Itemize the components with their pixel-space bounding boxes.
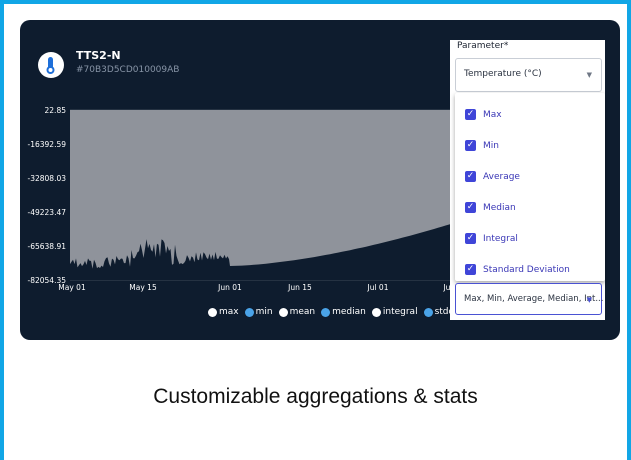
option-median[interactable]: ✓ Median bbox=[455, 192, 605, 223]
legend-label: max bbox=[219, 307, 239, 317]
checkbox-icon[interactable]: ✓ bbox=[465, 233, 476, 244]
option-label: Median bbox=[483, 202, 516, 213]
legend-dot bbox=[371, 307, 381, 317]
legend-dot bbox=[278, 307, 288, 317]
legend-dot bbox=[423, 307, 433, 317]
legend-label: median bbox=[332, 307, 366, 317]
option-min[interactable]: ✓ Min bbox=[455, 130, 605, 161]
parameter-label: Parameter* bbox=[457, 41, 509, 51]
y-axis-ticks: 22.85 -16392.59 -32808.03 -49223.47 -65638.9… bbox=[28, 106, 67, 285]
checkbox-icon[interactable]: ✓ bbox=[465, 109, 476, 120]
chevron-down-icon: ▼ bbox=[586, 71, 592, 79]
chevron-down-icon: ▼ bbox=[586, 296, 592, 304]
parameter-select[interactable]: Temperature (°C) ▼ bbox=[455, 58, 602, 92]
legend-item-median[interactable]: median bbox=[321, 307, 366, 317]
y-tick-label: -32808.03 bbox=[28, 174, 67, 183]
legend-item-mean[interactable]: mean bbox=[278, 307, 316, 317]
x-axis-ticks: May 01 May 15 Jun 01 Jun 15 Jul 01 Jul bbox=[58, 283, 452, 292]
x-tick-label: Jun 01 bbox=[217, 283, 242, 292]
y-tick-label: 22.85 bbox=[45, 106, 67, 115]
aggregation-dropdown: ✓ Max ✓ Min ✓ Average ✓ Median ✓ Integral ✓ Standar… bbox=[455, 93, 605, 281]
legend-item-integral[interactable]: integral bbox=[371, 307, 418, 317]
x-tick-label: May 15 bbox=[129, 283, 157, 292]
legend-item-min[interactable]: min bbox=[244, 307, 273, 317]
parameter-select-value: Temperature (°C) bbox=[464, 69, 542, 79]
option-label: Integral bbox=[483, 233, 518, 244]
y-tick-label: -65638.91 bbox=[28, 242, 67, 251]
x-tick-label: Jul 01 bbox=[367, 283, 389, 292]
option-label: Standard Deviation bbox=[483, 264, 570, 275]
option-label: Max bbox=[483, 109, 502, 120]
option-average[interactable]: ✓ Average bbox=[455, 161, 605, 192]
checkbox-icon[interactable]: ✓ bbox=[465, 140, 476, 151]
checkbox-icon[interactable]: ✓ bbox=[465, 202, 476, 213]
option-standard-deviation[interactable]: ✓ Standard Deviation bbox=[455, 254, 605, 285]
legend-dot bbox=[208, 307, 217, 317]
legend-label: min bbox=[255, 307, 273, 317]
legend-label: integral bbox=[382, 307, 418, 317]
checkbox-icon[interactable]: ✓ bbox=[465, 264, 476, 275]
option-integral[interactable]: ✓ Integral bbox=[455, 223, 605, 254]
y-tick-label: -49223.47 bbox=[28, 208, 67, 217]
legend-dot bbox=[321, 307, 331, 317]
caption: Customizable aggregations & stats bbox=[153, 385, 478, 408]
aggregation-select[interactable]: Max, Min, Average, Median, Int... ▼ bbox=[455, 283, 604, 315]
y-tick-label: -16392.59 bbox=[28, 140, 67, 149]
x-tick-label: May 01 bbox=[58, 283, 86, 292]
legend-dot bbox=[244, 307, 254, 317]
option-label: Average bbox=[483, 171, 520, 182]
legend-label: mean bbox=[289, 307, 316, 317]
chart-legend: maxminmeanmedianintegralstddev bbox=[208, 307, 465, 317]
aggregation-select-value: Max, Min, Average, Median, Int... bbox=[464, 294, 604, 304]
legend-item-max[interactable]: max bbox=[208, 307, 239, 317]
option-label: Min bbox=[483, 140, 499, 151]
checkbox-icon[interactable]: ✓ bbox=[465, 171, 476, 182]
x-tick-label: Jun 15 bbox=[287, 283, 312, 292]
option-max[interactable]: ✓ Max bbox=[455, 99, 605, 130]
